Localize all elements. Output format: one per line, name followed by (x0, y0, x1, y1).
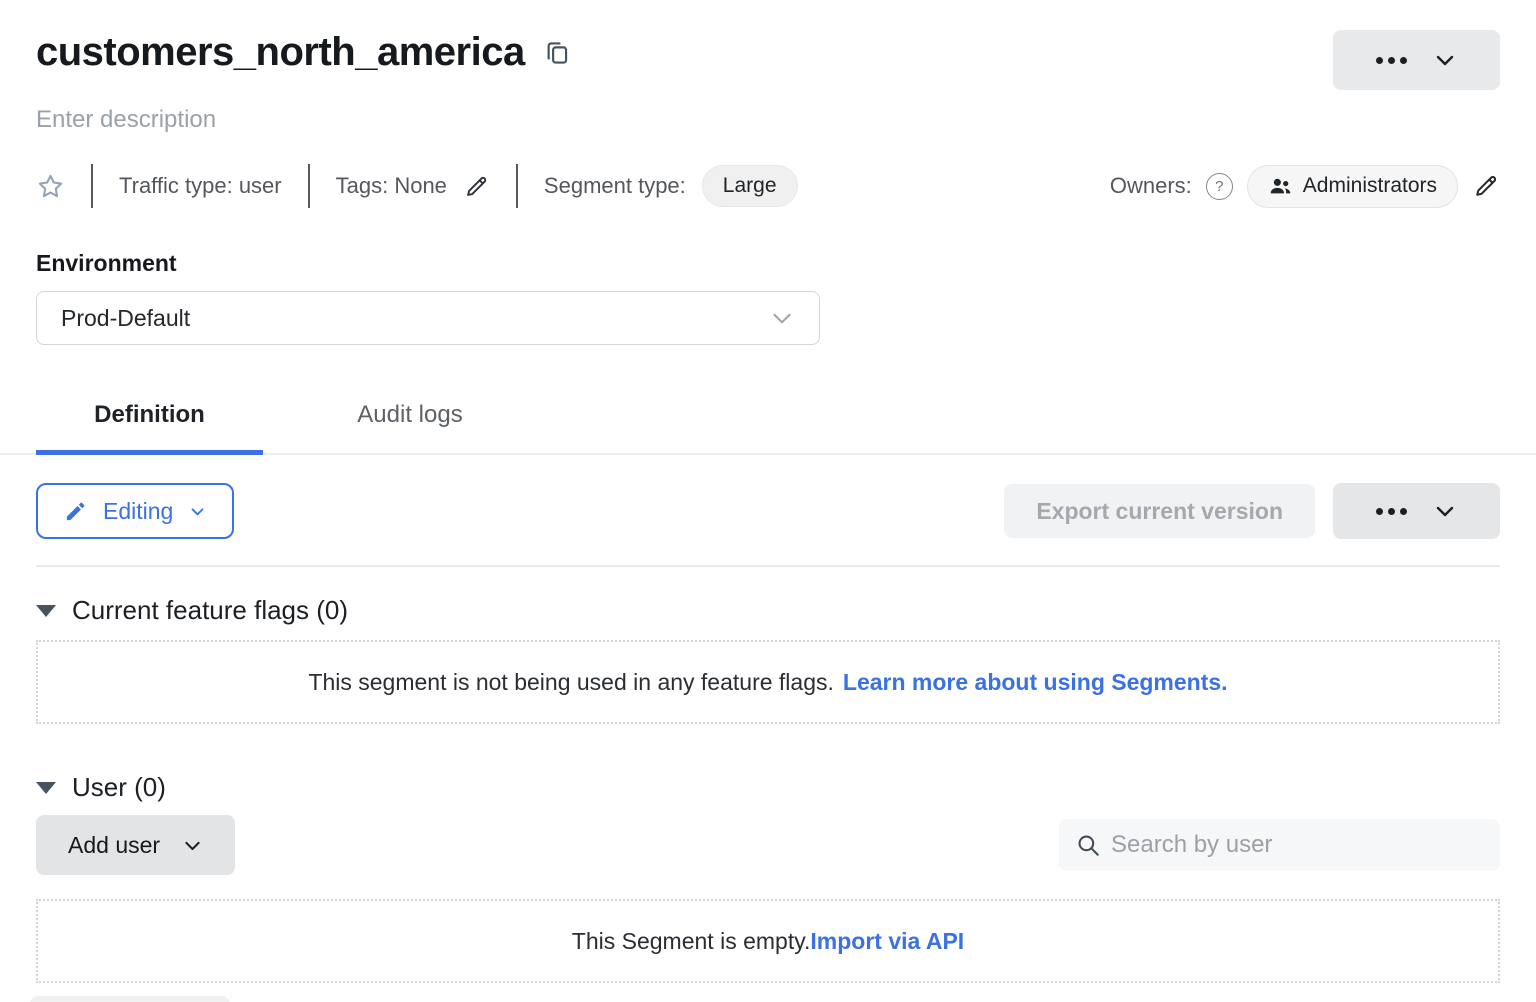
caret-down-icon (36, 782, 56, 794)
tab-bar: Definition Audit logs (0, 387, 1536, 455)
separator (308, 164, 310, 208)
title-wrap: customers_north_america (36, 30, 570, 75)
environment-label: Environment (36, 250, 1500, 277)
user-section-header[interactable]: User (0) (36, 772, 1500, 803)
edit-owners-pencil-icon[interactable] (1472, 172, 1500, 200)
owners-value: Administrators (1303, 174, 1437, 198)
meta-row: Traffic type: user Tags: None Segment ty… (36, 164, 1500, 208)
search-icon (1075, 832, 1101, 858)
toolbar: Editing Export current version (36, 483, 1500, 539)
copy-icon[interactable] (543, 38, 570, 73)
owners-badge[interactable]: Administrators (1247, 165, 1458, 208)
learn-more-link[interactable]: Learn more about using Segments. (843, 669, 1228, 696)
user-search-box (1059, 819, 1500, 871)
export-current-version-button[interactable]: Export current version (1004, 484, 1315, 538)
traffic-type: Traffic type: user (119, 173, 282, 199)
user-controls: Add user (36, 815, 1500, 875)
chevron-down-icon (769, 305, 795, 331)
chevron-down-icon (1433, 499, 1457, 523)
owners-label: Owners: (1110, 173, 1192, 199)
editing-button[interactable]: Editing (36, 483, 234, 539)
header-more-button[interactable] (1333, 30, 1500, 90)
chevron-down-icon (189, 503, 206, 520)
tags-label: Tags: None (336, 173, 447, 199)
import-via-api-link[interactable]: Import via API (810, 928, 964, 955)
toolbar-more-button[interactable] (1333, 483, 1500, 539)
owners: Owners: ? Administrators (1110, 165, 1500, 208)
chevron-down-icon (182, 835, 203, 856)
active-tab-indicator (36, 450, 263, 455)
environment-select[interactable]: Prod-Default (36, 291, 820, 345)
segment-empty-state: This Segment is empty. Import via API (36, 899, 1500, 983)
page-title: customers_north_america (36, 30, 525, 75)
editing-label: Editing (103, 498, 173, 525)
header: customers_north_america (36, 30, 1500, 90)
segment-empty-text: This Segment is empty. (572, 928, 811, 955)
feature-flags-section-title: Current feature flags (0) (72, 595, 348, 626)
environment-selected-value: Prod-Default (61, 305, 190, 332)
separator (516, 164, 518, 208)
segment-type-badge: Large (702, 165, 798, 207)
partial-element-bottom (30, 996, 230, 1002)
feature-flags-empty-state: This segment is not being used in any fe… (36, 640, 1500, 724)
feature-flags-section-header[interactable]: Current feature flags (0) (36, 595, 1500, 626)
divider (36, 565, 1500, 567)
segment-type: Segment type: Large (544, 165, 798, 207)
people-icon (1268, 174, 1293, 199)
description-placeholder[interactable]: Enter description (36, 106, 1500, 134)
tab-definition[interactable]: Definition (36, 387, 263, 453)
edit-tags-pencil-icon[interactable] (463, 173, 490, 200)
chevron-down-icon (1433, 48, 1457, 72)
search-by-user-input[interactable] (1111, 831, 1484, 859)
segment-type-label: Segment type: (544, 173, 686, 199)
ellipsis-icon (1376, 57, 1407, 64)
help-icon[interactable]: ? (1206, 173, 1233, 200)
user-section-title: User (0) (72, 772, 166, 803)
ellipsis-icon (1376, 508, 1407, 515)
segment-detail-page: customers_north_america Enter descriptio… (0, 0, 1536, 983)
separator (91, 164, 93, 208)
star-icon[interactable] (36, 172, 65, 201)
caret-down-icon (36, 605, 56, 617)
add-user-label: Add user (68, 832, 160, 859)
pencil-icon (64, 500, 87, 523)
tab-audit-logs[interactable]: Audit logs (301, 387, 519, 453)
feature-flags-empty-text: This segment is not being used in any fe… (308, 669, 833, 696)
tags: Tags: None (336, 173, 490, 200)
add-user-button[interactable]: Add user (36, 815, 235, 875)
